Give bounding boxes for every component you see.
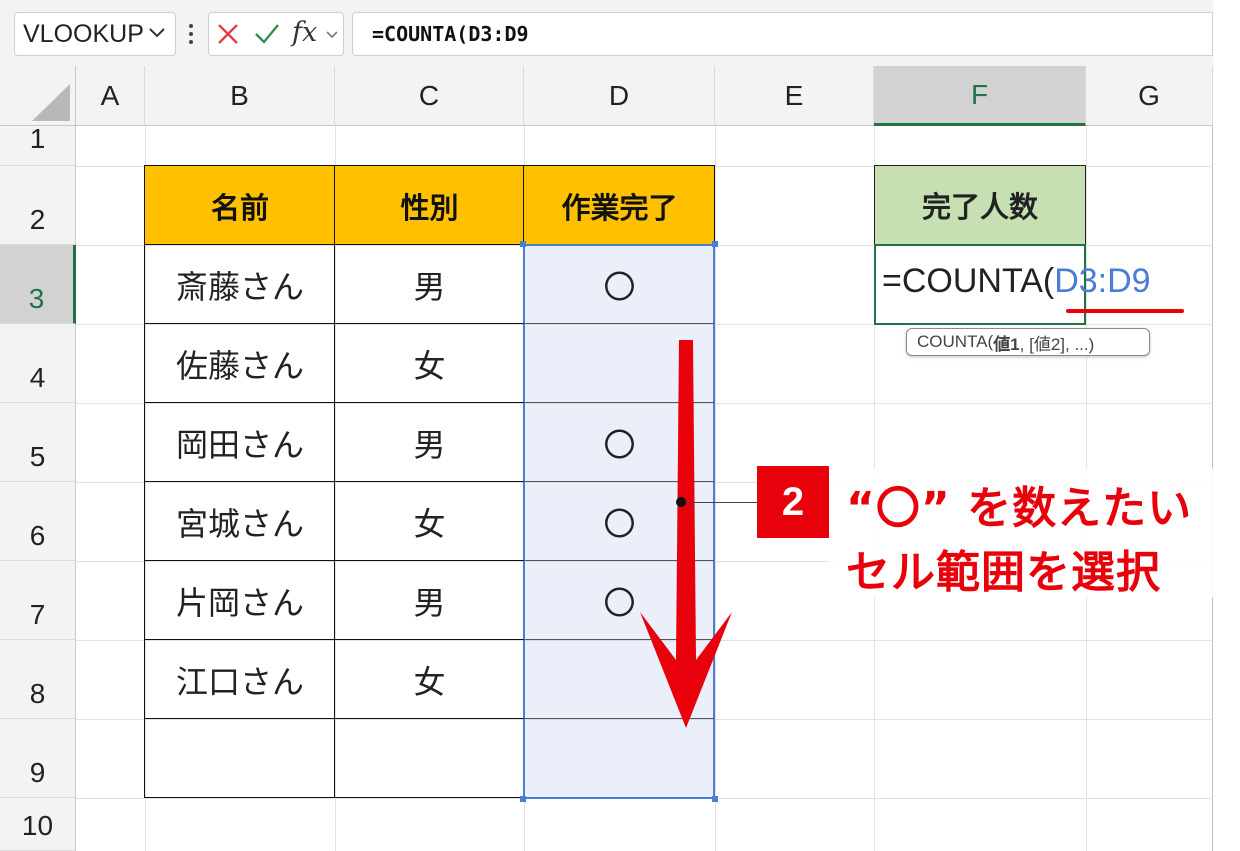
select-all-corner[interactable] [0,66,76,126]
name-box-value: VLOOKUP [23,20,144,48]
table-cell[interactable]: 岡田さん [145,403,335,482]
table-cell[interactable] [524,719,715,798]
column-header-e[interactable]: E [715,66,874,126]
column-header-c[interactable]: C [335,66,524,126]
table-cell[interactable]: 江口さん [145,640,335,719]
table-cell[interactable]: 男 [335,561,524,640]
enter-check-icon[interactable] [254,22,280,46]
formula-prefix: =COUNTA( [882,262,1055,300]
callout-line-2: セル範囲を選択 [846,547,1161,598]
row-header-1[interactable]: 1 [0,123,76,166]
table-cell[interactable]: 斎藤さん [145,245,335,324]
chevron-down-icon[interactable] [324,28,340,42]
row-header-8[interactable]: 8 [0,640,76,719]
tooltip-arg1: 値1 [993,334,1020,354]
table-border [145,165,715,166]
table-cell[interactable]: 片岡さん [145,561,335,640]
row-header-3[interactable]: 3 [0,245,76,324]
column-header-g[interactable]: G [1086,66,1213,126]
selection-handle[interactable] [520,241,526,247]
tooltip-func: COUNTA( [917,332,994,351]
header-cell-gender[interactable]: 性別 [335,166,524,245]
column-header-f[interactable]: F [874,66,1086,126]
table-cell[interactable]: 男 [335,245,524,324]
column-header-d[interactable]: D [524,66,715,126]
formula-range-ref: D3:D9 [1054,262,1151,300]
formula-text: =COUNTA(D3:D9 [372,22,529,46]
table-border [144,165,145,798]
cancel-x-icon[interactable] [216,22,240,46]
selection-handle[interactable] [520,796,526,802]
selection-handle[interactable] [712,241,718,247]
table-border [525,323,714,324]
leader-dot [676,497,686,507]
result-header-cell[interactable]: 完了人数 [874,165,1086,245]
leader-line [686,502,758,503]
row-header-9[interactable]: 9 [0,719,76,798]
cell-formula: =COUNTA(D3:D9 [882,262,1151,301]
row-header-6[interactable]: 6 [0,482,76,561]
row-header-5[interactable]: 5 [0,403,76,482]
tooltip-rest: , [値2], ...) [1019,334,1095,354]
table-cell[interactable]: 宮城さん [145,482,335,561]
arrow-down-icon [640,340,732,728]
insert-function-icon[interactable]: fx [292,17,317,48]
table-cell[interactable]: 女 [335,640,524,719]
table-border [334,165,335,798]
table-cell[interactable] [335,719,524,798]
table-cell[interactable] [145,719,335,798]
column-header-a[interactable]: A [76,66,145,126]
select-all-triangle-icon [32,84,70,121]
row-header-10[interactable]: 10 [0,798,76,851]
table-cell[interactable]: 〇 [524,245,715,324]
row-header-2[interactable]: 2 [0,166,76,245]
chevron-down-icon[interactable] [146,24,168,42]
selection-handle[interactable] [712,796,718,802]
row-header-7[interactable]: 7 [0,561,76,640]
callout-line-1: “〇” を数えたい [846,483,1193,534]
header-cell-done[interactable]: 作業完了 [524,166,715,245]
table-border [523,165,524,245]
table-border [714,165,715,245]
row-header-4[interactable]: 4 [0,324,76,403]
table-cell[interactable]: 佐藤さん [145,324,335,403]
step-badge: 2 [757,466,829,538]
header-cell-name[interactable]: 名前 [145,166,335,245]
table-cell[interactable]: 男 [335,403,524,482]
highlight-underline [1066,309,1184,313]
table-cell[interactable]: 女 [335,324,524,403]
more-vertical-icon[interactable] [188,22,194,46]
function-tooltip[interactable]: COUNTA(値1, [値2], ...) [906,328,1150,356]
column-header-b[interactable]: B [145,66,335,126]
table-cell[interactable]: 女 [335,482,524,561]
